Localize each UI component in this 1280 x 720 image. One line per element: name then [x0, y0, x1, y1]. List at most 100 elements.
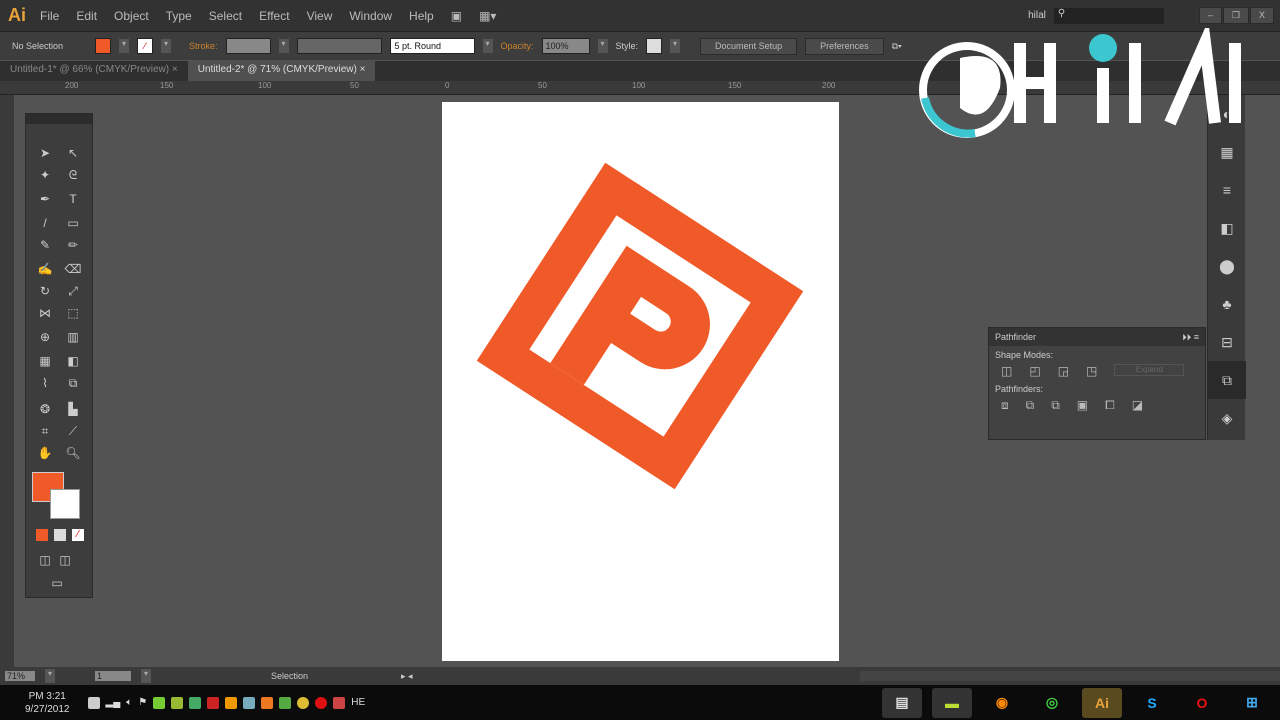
layers-panel-icon[interactable]: ◈: [1208, 399, 1246, 437]
current-tool-status[interactable]: Selection: [271, 671, 391, 681]
taskbar-chrome-icon[interactable]: ◎: [1032, 688, 1072, 718]
tray-app-icon[interactable]: [207, 696, 220, 709]
menu-type[interactable]: Type: [166, 9, 192, 23]
hand-tool-icon[interactable]: ✋: [36, 444, 54, 462]
bridge-icon[interactable]: ▣: [451, 9, 462, 23]
blob-brush-tool-icon[interactable]: ✍: [36, 260, 54, 278]
width-tool-icon[interactable]: ⋈: [36, 304, 54, 322]
volume-icon[interactable]: 🔈︎: [126, 697, 132, 708]
trim-icon[interactable]: ⧉: [1026, 398, 1035, 413]
arrange-icon[interactable]: ⧉▾: [892, 41, 902, 52]
opacity-field[interactable]: 100%: [541, 38, 590, 54]
tray-app-icon[interactable]: [279, 696, 292, 709]
user-name[interactable]: hilal: [1028, 10, 1046, 21]
brush-dropdown[interactable]: ▾: [482, 39, 493, 53]
menu-help[interactable]: Help: [409, 9, 434, 23]
search-input[interactable]: ⚲: [1053, 7, 1164, 24]
menu-edit[interactable]: Edit: [76, 9, 97, 23]
zoom-field[interactable]: 71%: [5, 671, 35, 681]
stroke-dropdown[interactable]: ▾: [161, 39, 171, 53]
language-indicator[interactable]: HE: [351, 697, 365, 708]
tab-untitled-2[interactable]: Untitled-2* @ 71% (CMYK/Preview) ×: [187, 61, 376, 81]
artboard-tool-icon[interactable]: ⌗: [36, 422, 54, 440]
taskbar-opera-icon[interactable]: O: [1182, 688, 1222, 718]
expand-button[interactable]: Expand: [1114, 364, 1185, 376]
close-button[interactable]: X: [1249, 7, 1274, 24]
symbols-panel-icon[interactable]: ♣: [1208, 285, 1246, 323]
close-tab-icon[interactable]: ×: [172, 64, 178, 75]
clock-time[interactable]: PM 3:21: [25, 690, 70, 703]
artboard-field[interactable]: 1: [95, 671, 131, 681]
selection-tool-icon[interactable]: ➤: [36, 144, 54, 162]
tools-panel-header[interactable]: [26, 114, 92, 124]
eraser-tool-icon[interactable]: ⌫: [64, 260, 82, 278]
style-swatch[interactable]: [646, 38, 663, 54]
restore-button[interactable]: ❐: [1222, 7, 1249, 24]
unite-icon[interactable]: ◫: [1001, 364, 1012, 378]
minus-front-icon[interactable]: ◰: [1029, 364, 1040, 378]
opera-tray-icon[interactable]: [315, 696, 328, 709]
tray-app-icon[interactable]: [225, 696, 238, 709]
swatches-panel-icon[interactable]: ▦: [1208, 133, 1246, 171]
taskbar-firefox-icon[interactable]: ◉: [982, 688, 1022, 718]
stroke-weight-field[interactable]: [225, 38, 271, 54]
type-tool-icon[interactable]: T: [64, 190, 82, 208]
tab-untitled-1[interactable]: Untitled-1* @ 66% (CMYK/Preview) ×: [0, 61, 188, 81]
mesh-tool-icon[interactable]: ▦: [36, 352, 54, 370]
stroke-swatch[interactable]: ⁄: [137, 38, 153, 54]
taskbar-notes-icon[interactable]: ▬: [932, 687, 972, 718]
gradient-mode-button[interactable]: [54, 529, 66, 541]
column-graph-tool-icon[interactable]: ▙: [64, 400, 82, 418]
taskbar-skype-icon[interactable]: S: [1132, 688, 1172, 718]
clock-date[interactable]: 9/27/2012: [25, 703, 70, 716]
zoom-tool-icon[interactable]: 🔍︎: [64, 444, 82, 462]
vertical-ruler[interactable]: [0, 95, 14, 667]
exclude-icon[interactable]: ◳: [1086, 364, 1097, 378]
artboard[interactable]: [442, 102, 839, 661]
blend-tool-icon[interactable]: ⧉: [64, 374, 82, 392]
gradient-tool-icon[interactable]: ◧: [64, 352, 82, 370]
taskbar-app-icon[interactable]: ▤: [882, 687, 922, 718]
minus-back-icon[interactable]: ◪: [1132, 398, 1143, 413]
paintbrush-tool-icon[interactable]: ✎: [36, 236, 54, 254]
stroke-color-swatch[interactable]: [50, 489, 80, 519]
fill-swatch[interactable]: [95, 38, 111, 54]
stroke-label[interactable]: Stroke:: [189, 41, 218, 51]
color-mode-button[interactable]: [36, 529, 48, 541]
opacity-label[interactable]: Opacity:: [501, 41, 534, 51]
tray-notes-icon[interactable]: [87, 696, 100, 709]
network-icon[interactable]: ▂▄: [106, 697, 121, 708]
divide-icon[interactable]: ⧈: [1001, 398, 1009, 413]
lasso-tool-icon[interactable]: ᘓ: [64, 166, 82, 184]
perspective-grid-tool-icon[interactable]: ▥: [64, 328, 82, 346]
start-button-icon[interactable]: ⊞: [1232, 688, 1272, 718]
none-mode-button[interactable]: ⁄: [72, 529, 84, 541]
direct-selection-tool-icon[interactable]: ↖: [64, 144, 82, 162]
tray-app-icon[interactable]: [153, 696, 166, 709]
minimize-button[interactable]: –: [1198, 7, 1222, 24]
fill-dropdown[interactable]: ▾: [119, 39, 129, 53]
p-logo-artwork[interactable]: [442, 102, 839, 661]
menu-effect[interactable]: Effect: [259, 9, 289, 23]
free-transform-tool-icon[interactable]: ⬚: [64, 304, 82, 322]
style-dropdown[interactable]: ▾: [670, 39, 681, 53]
rotate-tool-icon[interactable]: ↻: [36, 282, 54, 300]
chrome-tray-icon[interactable]: [297, 696, 310, 709]
panel-menu-icon[interactable]: ⏵⏵ ≡: [1182, 332, 1199, 343]
stroke-weight-dropdown[interactable]: ▾: [278, 39, 289, 53]
gradient-panel-icon[interactable]: ◧: [1208, 209, 1246, 247]
pathfinder-panel-icon[interactable]: ⧉: [1208, 361, 1246, 399]
preferences-button[interactable]: Preferences: [805, 37, 884, 55]
shape-builder-tool-icon[interactable]: ⊕: [36, 328, 54, 346]
opacity-dropdown[interactable]: ▾: [597, 39, 608, 53]
document-setup-button[interactable]: Document Setup: [700, 37, 798, 55]
tray-app-icon[interactable]: [333, 696, 346, 709]
brush-field[interactable]: 5 pt. Round: [389, 38, 475, 54]
appearance-panel-icon[interactable]: ⬤: [1208, 247, 1246, 285]
draw-normal-icon[interactable]: ◫: [36, 551, 54, 569]
align-panel-icon[interactable]: ⊟: [1208, 323, 1246, 361]
stroke-panel-icon[interactable]: ≡: [1208, 171, 1246, 209]
taskbar-illustrator-icon[interactable]: Ai: [1082, 687, 1122, 718]
menu-select[interactable]: Select: [209, 9, 242, 23]
tray-app-icon[interactable]: [171, 696, 184, 709]
